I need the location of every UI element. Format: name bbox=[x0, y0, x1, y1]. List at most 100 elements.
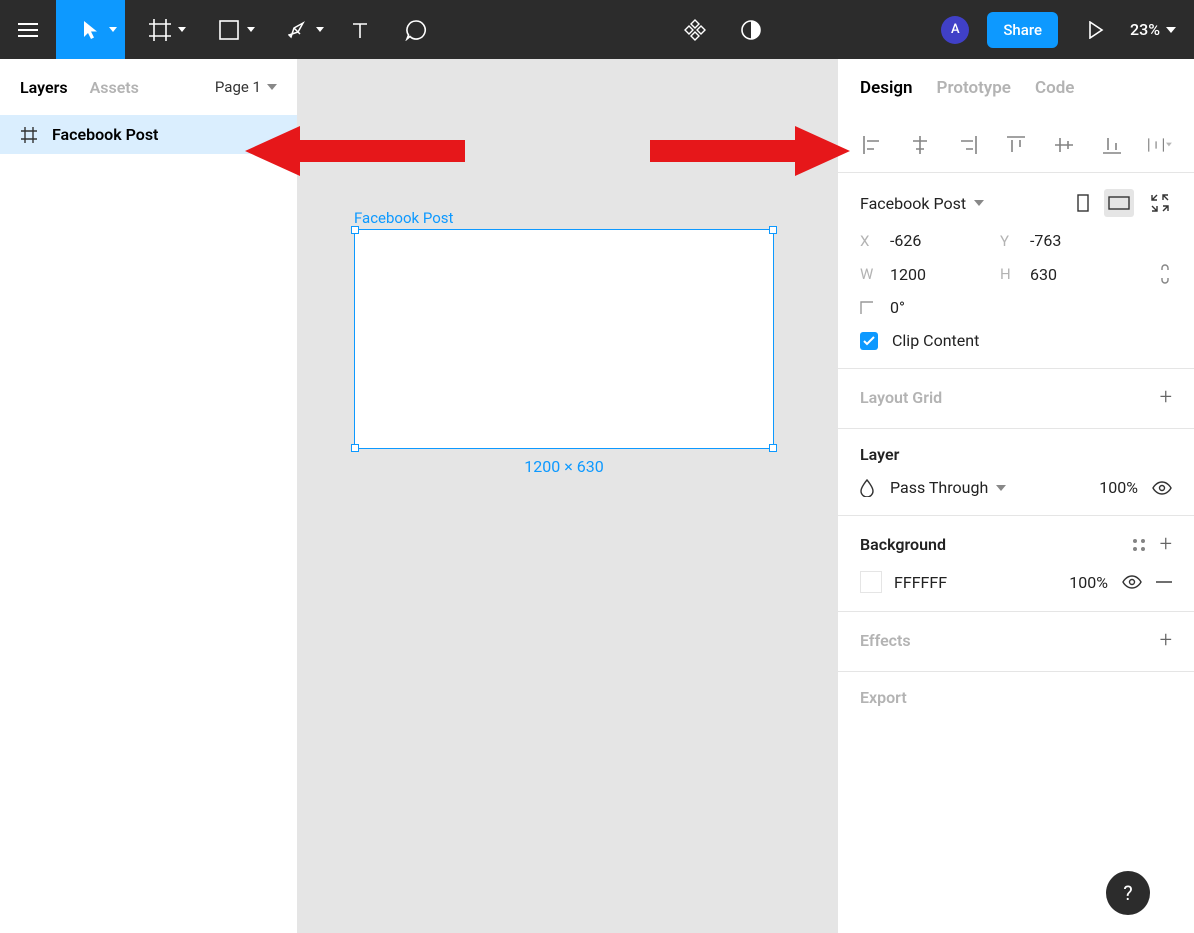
play-icon bbox=[1088, 21, 1104, 39]
background-section: Background + FFFFFF 100% bbox=[838, 516, 1194, 612]
clip-content-checkbox[interactable] bbox=[860, 332, 878, 350]
tab-assets[interactable]: Assets bbox=[90, 78, 139, 97]
field-label-x: X bbox=[860, 232, 890, 250]
frame-preset-dropdown[interactable]: Facebook Post bbox=[860, 194, 984, 213]
components-icon bbox=[684, 19, 706, 41]
user-avatar[interactable]: A bbox=[941, 16, 969, 44]
chevron-down-icon bbox=[974, 200, 984, 206]
chevron-down-icon bbox=[316, 27, 324, 32]
text-icon bbox=[350, 20, 370, 40]
align-top-button[interactable] bbox=[1004, 133, 1028, 157]
eye-icon bbox=[1122, 575, 1142, 589]
help-button[interactable]: ? bbox=[1106, 871, 1150, 915]
tab-prototype[interactable]: Prototype bbox=[937, 78, 1011, 98]
field-label-h: H bbox=[1000, 265, 1030, 283]
blend-mode-icon bbox=[860, 479, 890, 497]
portrait-button[interactable] bbox=[1068, 189, 1098, 217]
zoom-level[interactable]: 23% bbox=[1130, 20, 1176, 39]
rotation-icon bbox=[860, 301, 890, 315]
align-center-v-button[interactable] bbox=[1052, 133, 1076, 157]
rotation-input[interactable]: 0° bbox=[890, 298, 1000, 317]
top-toolbar: A Share 23% bbox=[0, 0, 1194, 59]
minus-icon bbox=[1156, 581, 1172, 583]
add-layout-grid-button[interactable]: + bbox=[1160, 385, 1172, 410]
align-right-icon bbox=[959, 136, 977, 154]
add-effect-button[interactable]: + bbox=[1160, 628, 1172, 653]
distribute-button[interactable] bbox=[1148, 133, 1172, 157]
background-swatch[interactable] bbox=[860, 571, 882, 593]
rectangle-icon bbox=[219, 20, 239, 40]
mask-button[interactable] bbox=[723, 0, 779, 59]
layer-opacity-input[interactable]: 100% bbox=[1099, 478, 1138, 497]
background-visibility-button[interactable] bbox=[1122, 575, 1142, 589]
field-label-y: Y bbox=[1000, 232, 1030, 250]
resize-handle-bottom-left[interactable] bbox=[351, 444, 359, 452]
align-left-icon bbox=[863, 136, 881, 154]
mask-icon bbox=[740, 19, 762, 41]
portrait-icon bbox=[1077, 194, 1089, 212]
layer-section: Layer Pass Through 100% bbox=[838, 429, 1194, 516]
resize-handle-top-left[interactable] bbox=[351, 226, 359, 234]
layer-visibility-button[interactable] bbox=[1152, 481, 1172, 495]
align-right-button[interactable] bbox=[956, 133, 980, 157]
left-panel: Layers Assets Page 1 Facebook Post bbox=[0, 59, 298, 933]
tab-design[interactable]: Design bbox=[860, 78, 913, 98]
frame-tool-button[interactable] bbox=[125, 0, 194, 59]
align-center-v-icon bbox=[1055, 136, 1073, 154]
right-panel: Design Prototype Code Facebook Post X -6… bbox=[837, 59, 1194, 933]
eye-icon bbox=[1152, 481, 1172, 495]
background-hex-input[interactable]: FFFFFF bbox=[894, 573, 947, 592]
tab-layers[interactable]: Layers bbox=[20, 78, 68, 97]
effects-title: Effects bbox=[860, 631, 911, 650]
components-button[interactable] bbox=[667, 0, 723, 59]
height-input[interactable]: 630 bbox=[1030, 265, 1140, 284]
background-title: Background bbox=[860, 535, 946, 554]
x-input[interactable]: -626 bbox=[890, 231, 1000, 250]
main-menu-button[interactable] bbox=[0, 0, 56, 59]
constrain-proportions-button[interactable] bbox=[1158, 264, 1172, 284]
tab-code[interactable]: Code bbox=[1035, 78, 1074, 98]
resize-to-fit-icon bbox=[1151, 194, 1169, 212]
export-title: Export bbox=[860, 688, 907, 707]
selected-frame[interactable] bbox=[354, 229, 774, 449]
align-left-button[interactable] bbox=[860, 133, 884, 157]
dimension-label: 1200 × 630 bbox=[298, 457, 830, 476]
avatar-initial: A bbox=[951, 22, 960, 37]
effects-section: Effects + bbox=[838, 612, 1194, 672]
remove-background-button[interactable] bbox=[1156, 581, 1172, 583]
export-section: Export bbox=[838, 672, 1194, 725]
move-tool-button[interactable] bbox=[56, 0, 125, 59]
present-button[interactable] bbox=[1076, 21, 1116, 39]
pen-tool-button[interactable] bbox=[263, 0, 332, 59]
landscape-button[interactable] bbox=[1104, 189, 1134, 217]
chevron-down-icon bbox=[1166, 27, 1176, 33]
frame-icon bbox=[20, 126, 38, 144]
y-input[interactable]: -763 bbox=[1030, 231, 1140, 250]
background-styles-button[interactable] bbox=[1132, 538, 1146, 552]
share-button[interactable]: Share bbox=[987, 12, 1058, 48]
canvas[interactable]: Facebook Post 1200 × 630 bbox=[298, 59, 837, 933]
width-input[interactable]: 1200 bbox=[890, 265, 1000, 284]
add-background-button[interactable]: + bbox=[1160, 532, 1172, 557]
cursor-icon bbox=[83, 20, 99, 40]
layer-title: Layer bbox=[860, 445, 1172, 464]
background-opacity-input[interactable]: 100% bbox=[1069, 573, 1108, 592]
blend-mode-dropdown[interactable]: Pass Through bbox=[890, 478, 1006, 497]
page-selector[interactable]: Page 1 bbox=[215, 78, 277, 96]
chevron-down-icon bbox=[109, 27, 117, 32]
align-bottom-button[interactable] bbox=[1100, 133, 1124, 157]
pen-icon bbox=[288, 20, 308, 40]
resize-handle-top-right[interactable] bbox=[769, 226, 777, 234]
landscape-icon bbox=[1108, 196, 1130, 210]
resize-handle-bottom-right[interactable] bbox=[769, 444, 777, 452]
frame-icon bbox=[149, 19, 171, 41]
resize-to-fit-button[interactable] bbox=[1148, 191, 1172, 215]
frame-label[interactable]: Facebook Post bbox=[354, 209, 453, 227]
align-bottom-icon bbox=[1103, 136, 1121, 154]
align-center-h-button[interactable] bbox=[908, 133, 932, 157]
shape-tool-button[interactable] bbox=[194, 0, 263, 59]
chevron-down-icon bbox=[267, 84, 277, 90]
text-tool-button[interactable] bbox=[332, 0, 388, 59]
comment-tool-button[interactable] bbox=[388, 0, 444, 59]
chevron-down-icon bbox=[178, 27, 186, 32]
